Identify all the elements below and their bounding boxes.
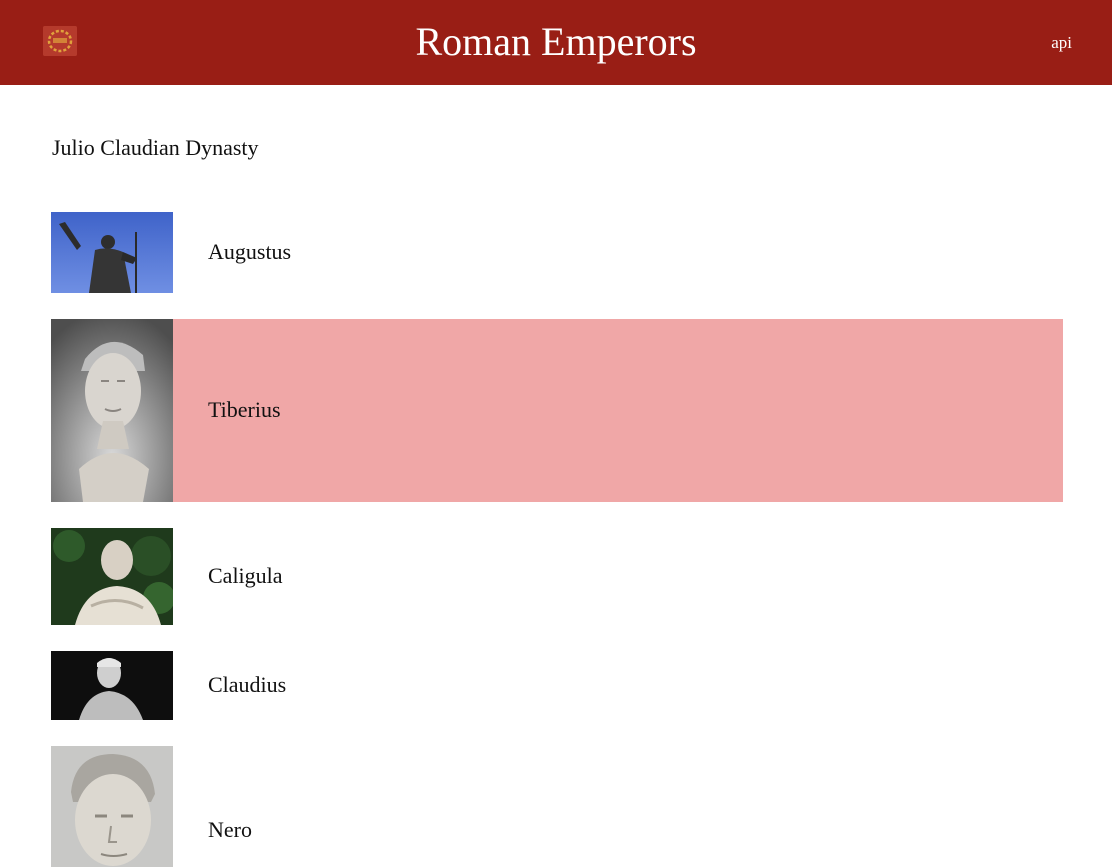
tiberius-portrait xyxy=(51,319,173,502)
emperor-row-augustus[interactable]: Augustus xyxy=(51,212,1063,293)
top-bar: Roman Emperors api xyxy=(0,0,1112,85)
emperor-row-caligula[interactable]: Caligula xyxy=(51,528,1063,625)
emperor-row-tiberius[interactable]: Tiberius xyxy=(51,319,1063,502)
dynasty-heading: Julio Claudian Dynasty xyxy=(52,135,259,160)
nero-portrait xyxy=(51,746,173,867)
emperor-row-nero[interactable]: Nero xyxy=(51,746,1063,867)
emperor-name: Caligula xyxy=(208,563,283,588)
claudius-portrait xyxy=(51,651,173,720)
augustus-portrait xyxy=(51,212,173,293)
emperor-name: Augustus xyxy=(208,239,292,264)
emperor-name: Tiberius xyxy=(208,397,281,422)
emperor-row-claudius[interactable]: Claudius xyxy=(51,651,1063,720)
emperor-name: Claudius xyxy=(208,672,287,697)
caligula-portrait xyxy=(51,528,173,625)
emperor-name: Nero xyxy=(208,817,252,842)
api-link[interactable]: api xyxy=(1051,33,1072,53)
app-title: Roman Emperors xyxy=(415,19,697,64)
